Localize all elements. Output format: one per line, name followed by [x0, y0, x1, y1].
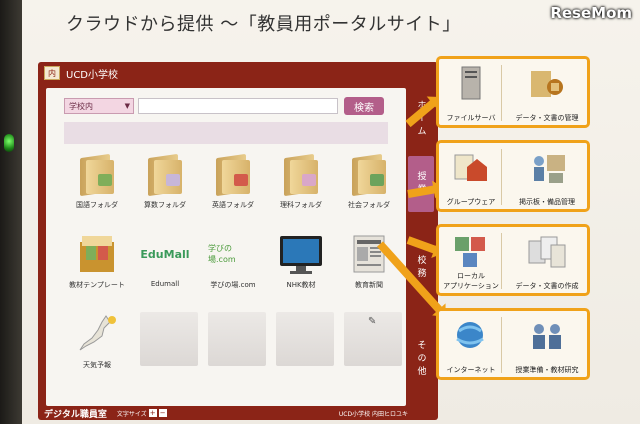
left-wall-bezel [0, 0, 22, 424]
search-button[interactable]: 検索 [344, 97, 384, 115]
documents-lock-icon [527, 65, 567, 103]
tab-other[interactable]: その他 [408, 324, 434, 394]
text-size-plus-button[interactable]: + [148, 409, 157, 417]
tile-label: 社会フォルダ [348, 201, 390, 209]
tab-lessons[interactable]: 授業 [408, 156, 434, 212]
japan-weather-map-icon [72, 312, 122, 356]
search-scope-select[interactable]: 学校内 ▼ [64, 98, 134, 114]
search-input[interactable] [138, 98, 338, 114]
folder-icon [140, 152, 190, 197]
folder-icon [276, 152, 326, 197]
empty-tile[interactable] [276, 312, 334, 366]
manabi-logo: 学びの場.com [208, 232, 258, 276]
tile-edumall[interactable]: EduMall Edumall [132, 232, 198, 302]
search-scope-value: 学校内 [69, 101, 93, 111]
groupware-icon [453, 149, 487, 187]
tile-nhk[interactable]: NHK教材 [268, 232, 334, 302]
main-panel: 学校内 ▼ 検索 国語フォルダ 算数フォルダ 英語フォルダ 理科フォルダ 社会フ… [46, 88, 406, 406]
search-results-band [64, 122, 388, 144]
template-box-icon [72, 232, 122, 276]
feature-right-label: データ・文書の管理 [515, 114, 579, 122]
feature-left-label: ファイルサーバ [446, 114, 496, 122]
tile-japanese-folder[interactable]: 国語フォルダ [64, 152, 130, 222]
launcher-grid: 国語フォルダ 算数フォルダ 英語フォルダ 理科フォルダ 社会フォルダ 教材テンプ… [60, 152, 402, 402]
footer-app-name: デジタル職員室 [44, 409, 107, 420]
app-header: 内 UCD小学校 [38, 62, 438, 84]
manabi-logo-text: 学びの場.com [208, 244, 236, 264]
tile-label: Edumall [150, 280, 180, 288]
watermark: ReseMom [550, 4, 632, 22]
portal-app-window: 内 UCD小学校 学校内 ▼ 検索 国語フォルダ 算数フォルダ 英語フォルダ 理… [38, 62, 438, 420]
folder-icon [72, 152, 122, 197]
chevron-down-icon: ▼ [124, 102, 130, 110]
tile-manabi[interactable]: 学びの場.com 学びの場.com [200, 232, 266, 302]
slide-title: クラウドから提供 ～「教員用ポータルサイト」 [66, 14, 461, 35]
feature-left-label: インターネット [446, 366, 496, 374]
tile-weather[interactable]: 天気予報 [64, 312, 130, 382]
internet-globe-icon [453, 317, 487, 355]
tile-label: 教材テンプレート [69, 281, 125, 289]
folder-badge [98, 174, 112, 186]
tile-label: 学びの場.com [210, 281, 256, 289]
tile-label: 英語フォルダ [212, 201, 254, 209]
footer-user: UCD小学校 内田ヒロユキ [338, 410, 408, 418]
document-creation-icon [527, 233, 567, 271]
tv-icon [276, 232, 326, 276]
feature-right-label: データ・文書の作成 [515, 282, 579, 290]
local-apps-icon [453, 233, 487, 271]
school-name: UCD小学校 [66, 69, 119, 81]
feature-box-groupware: グループウェア 掲示板・備品管理 [436, 140, 590, 212]
status-led [4, 134, 14, 152]
tile-label: 理科フォルダ [280, 201, 322, 209]
folder-icon [344, 152, 394, 197]
meeting-people-icon [527, 317, 567, 355]
tile-science-folder[interactable]: 理科フォルダ [268, 152, 334, 222]
edumall-logo-text: EduMall [140, 247, 190, 261]
tile-label: NHK教材 [286, 281, 316, 289]
tile-templates[interactable]: 教材テンプレート [64, 232, 130, 302]
tile-label: 算数フォルダ [144, 201, 186, 209]
tile-social-folder[interactable]: 社会フォルダ [336, 152, 402, 222]
school-logo-icon: 内 [44, 66, 60, 80]
pencil-icon: ✎ [368, 316, 377, 327]
tile-math-folder[interactable]: 算数フォルダ [132, 152, 198, 222]
feature-box-fileserver: ファイルサーバ データ・文書の管理 [436, 56, 590, 128]
empty-tile[interactable] [140, 312, 198, 366]
tile-newspaper[interactable]: 教育新聞 [336, 232, 402, 302]
feature-box-internet: インターネット 授業準備・教材研究 [436, 308, 590, 380]
feature-box-local-apps: ローカル アプリケーション データ・文書の作成 [436, 224, 590, 296]
server-icon [453, 65, 487, 103]
app-footer: デジタル職員室 文字サイズ + − UCD小学校 内田ヒロユキ [38, 406, 438, 420]
text-size-label: 文字サイズ [116, 410, 147, 418]
edumall-logo: EduMall [140, 232, 190, 276]
text-size-minus-button[interactable]: − [158, 409, 167, 417]
feature-right-label: 掲示板・備品管理 [519, 198, 575, 206]
feature-left-label: ローカル アプリケーション [443, 272, 499, 290]
tile-label: 教育新聞 [355, 281, 383, 289]
people-equipment-icon [527, 149, 567, 187]
tile-label: 天気予報 [83, 361, 111, 369]
folder-icon [208, 152, 258, 197]
search-bar: 学校内 ▼ 検索 [64, 96, 388, 116]
feature-right-label: 授業準備・教材研究 [515, 366, 579, 374]
empty-tile[interactable]: ✎ [344, 312, 402, 366]
tile-label: 国語フォルダ [76, 201, 118, 209]
empty-tile[interactable] [208, 312, 266, 366]
feature-left-label: グループウェア [446, 198, 496, 206]
tile-english-folder[interactable]: 英語フォルダ [200, 152, 266, 222]
